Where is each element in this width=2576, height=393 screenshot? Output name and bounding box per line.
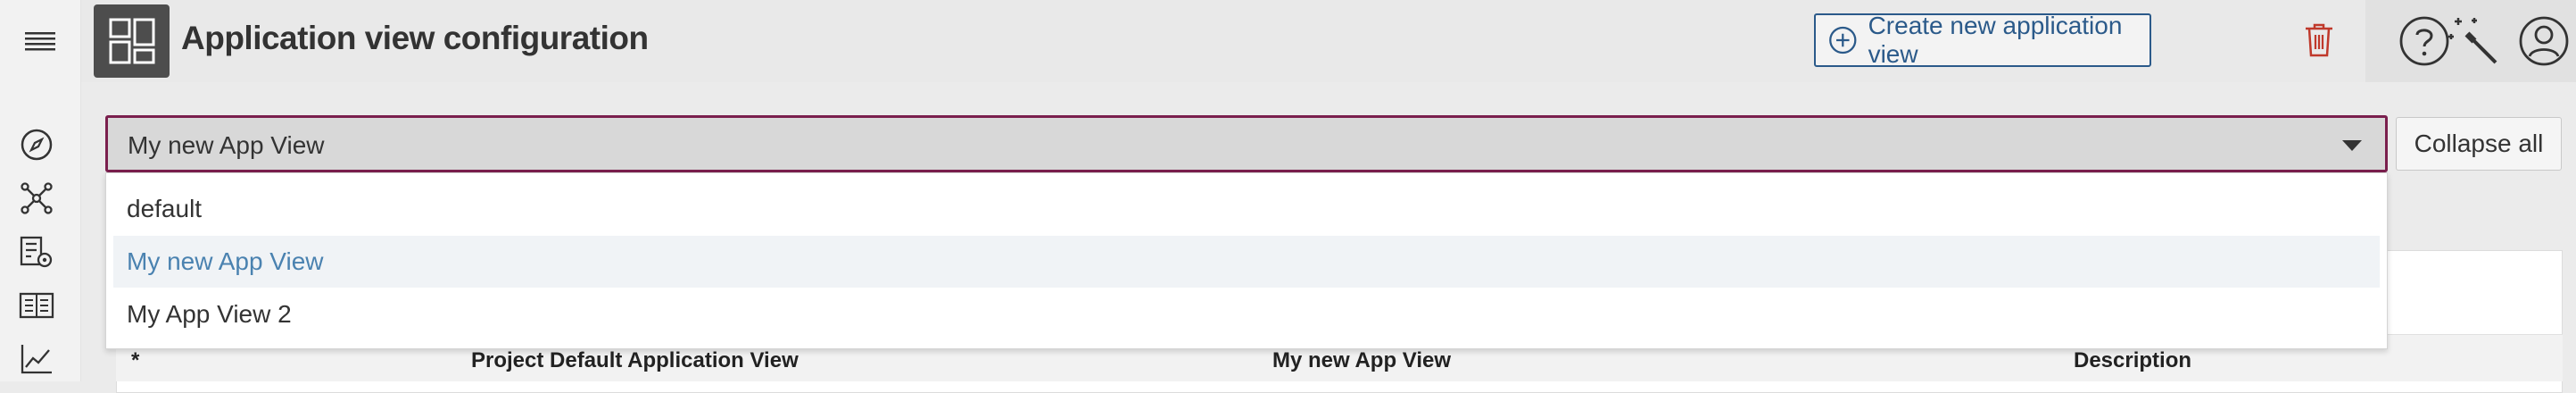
column-header-app-view[interactable]: My new App View	[1272, 348, 1451, 373]
user-icon	[2519, 16, 2569, 66]
help-button[interactable]	[2398, 14, 2451, 68]
compass-icon	[21, 129, 53, 161]
network-icon	[21, 182, 53, 214]
option-default[interactable]: default	[113, 183, 2380, 235]
create-button-label: Create new application view	[1868, 12, 2123, 68]
application-view-options: default My new App View My App View 2	[105, 172, 2388, 349]
option-my-app-view-2[interactable]: My App View 2	[113, 288, 2380, 340]
hamburger-icon	[25, 32, 55, 51]
trash-icon	[2306, 23, 2332, 57]
chart-icon	[21, 345, 52, 374]
column-header-description[interactable]: Description	[2074, 348, 2191, 373]
magic-wand-icon	[2448, 18, 2497, 64]
delete-button[interactable]	[2303, 21, 2335, 59]
create-application-view-button[interactable]: Create new application view	[1814, 12, 2151, 68]
book-icon	[19, 292, 54, 319]
option-my-new-app-view[interactable]: My new App View	[113, 236, 2380, 288]
left-sidebar	[0, 0, 81, 381]
app-tile	[94, 4, 170, 78]
application-grid-icon	[109, 18, 154, 64]
magic-wand-button[interactable]	[2448, 14, 2501, 68]
select-value: My new App View	[128, 131, 325, 159]
nav-list-view[interactable]	[18, 233, 55, 271]
menu-button[interactable]	[0, 0, 80, 82]
caret-down-icon	[2342, 140, 2362, 151]
page-title: Application view configuration	[181, 20, 649, 56]
help-icon	[2399, 16, 2449, 66]
column-header-project-default[interactable]: Project Default Application View	[471, 348, 799, 373]
page-header: Application view configuration Create ne…	[81, 0, 2576, 82]
nav-docs[interactable]	[18, 287, 55, 324]
user-profile-button[interactable]	[2517, 14, 2571, 68]
list-view-icon	[20, 236, 53, 268]
plus-circle-icon	[1829, 26, 1857, 54]
column-header-star[interactable]: *	[131, 348, 139, 373]
nav-topology[interactable]	[18, 180, 55, 217]
header-utility-area	[2365, 0, 2576, 82]
nav-analytics[interactable]	[18, 340, 55, 378]
collapse-all-button[interactable]: Collapse all	[2396, 117, 2562, 171]
application-view-select[interactable]: My new App View	[105, 115, 2388, 172]
nav-explore[interactable]	[18, 126, 55, 163]
